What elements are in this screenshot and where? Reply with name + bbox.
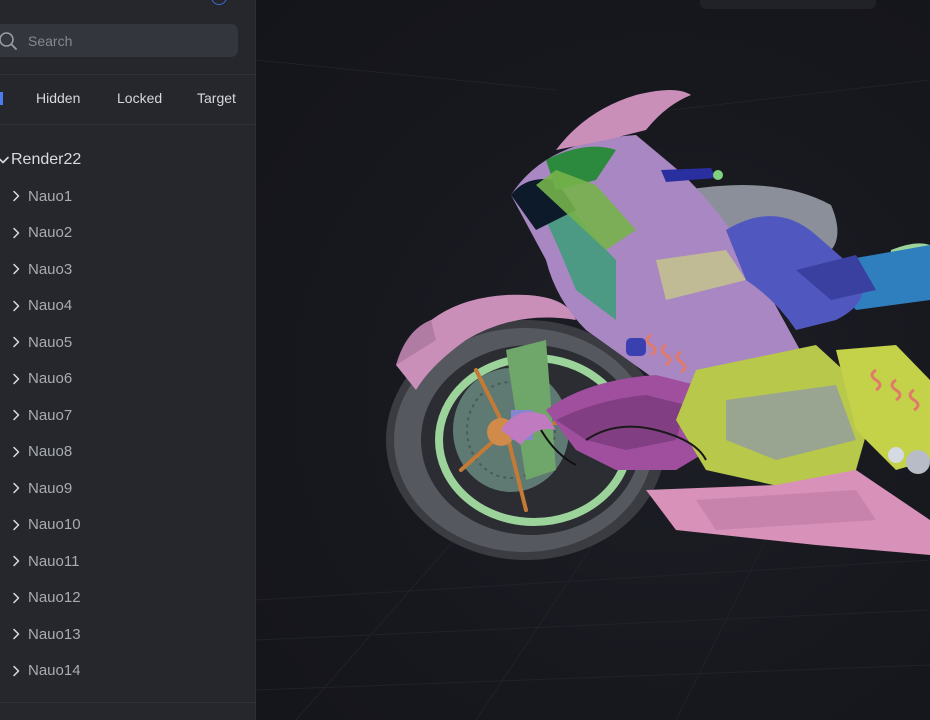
tree-item[interactable]: Nauo10 xyxy=(0,507,256,544)
chevron-right-icon[interactable] xyxy=(10,446,22,458)
tree-item[interactable]: Nauo8 xyxy=(0,434,256,471)
tree-item-label: Nauo4 xyxy=(28,297,73,315)
chevron-right-icon[interactable] xyxy=(10,628,22,640)
tree-item-label: Nauo6 xyxy=(28,370,73,388)
divider xyxy=(0,124,256,125)
tab-all-indicator[interactable] xyxy=(0,92,3,105)
chevron-right-icon[interactable] xyxy=(10,336,22,348)
tree-item-label: Nauo3 xyxy=(28,260,73,278)
tree-item[interactable]: Nauo13 xyxy=(0,616,256,653)
tree-item-label: Nauo13 xyxy=(28,625,81,643)
search-box[interactable] xyxy=(0,24,238,57)
tree-item[interactable]: Nauo14 xyxy=(0,653,256,690)
tree-root-render22[interactable]: Render22 xyxy=(0,148,81,172)
chevron-right-icon[interactable] xyxy=(10,482,22,494)
chevron-down-icon[interactable] xyxy=(0,153,10,167)
tree-item[interactable]: Nauo5 xyxy=(0,324,256,361)
chevron-right-icon[interactable] xyxy=(10,300,22,312)
tree-item[interactable]: Nauo9 xyxy=(0,470,256,507)
divider xyxy=(0,74,256,75)
chevron-right-icon[interactable] xyxy=(10,227,22,239)
search-icon xyxy=(0,32,17,50)
divider xyxy=(0,702,256,703)
tree-item[interactable]: Nauo1 xyxy=(0,178,256,215)
chevron-right-icon[interactable] xyxy=(10,555,22,567)
chevron-right-icon[interactable] xyxy=(10,519,22,531)
chevron-right-icon[interactable] xyxy=(10,190,22,202)
tree-item[interactable]: Nauo11 xyxy=(0,543,256,580)
tree-item[interactable]: Nauo2 xyxy=(0,215,256,252)
chevron-right-icon[interactable] xyxy=(10,409,22,421)
tree-item-label: Nauo11 xyxy=(28,552,80,570)
tree-item-label: Nauo5 xyxy=(28,333,73,351)
tree-item-label: Nauo10 xyxy=(28,516,81,534)
tree-item[interactable]: Nauo4 xyxy=(0,288,256,325)
chevron-right-icon[interactable] xyxy=(10,665,22,677)
chevron-right-icon[interactable] xyxy=(10,263,22,275)
tree-item[interactable]: Nauo3 xyxy=(0,251,256,288)
tab-hidden[interactable]: Hidden xyxy=(36,90,80,110)
tree-item-label: Nauo8 xyxy=(28,443,73,461)
tree-root-label: Render22 xyxy=(11,151,82,168)
tab-target[interactable]: Target xyxy=(197,90,236,110)
scene-tree-panel: Hidden Locked Target Render22 Nauo1 Nauo2… xyxy=(0,0,256,720)
3d-viewport[interactable] xyxy=(256,0,930,720)
motorcycle-model[interactable] xyxy=(256,0,930,720)
tree-item-label: Nauo12 xyxy=(28,589,81,607)
tree-item-label: Nauo9 xyxy=(28,479,73,497)
tree-item-label: Nauo2 xyxy=(28,224,73,242)
tree-item[interactable]: Nauo7 xyxy=(0,397,256,434)
search-input[interactable] xyxy=(28,24,228,57)
info-icon[interactable] xyxy=(211,0,227,5)
tree-list: Nauo1 Nauo2 Nauo3 Nauo4 Nauo5 Nauo6 Nauo7 Nauo8… xyxy=(0,178,256,689)
tree-item-label: Nauo14 xyxy=(28,662,81,680)
tree-item[interactable]: Nauo12 xyxy=(0,580,256,617)
tab-locked[interactable]: Locked xyxy=(117,90,162,110)
tree-item-label: Nauo7 xyxy=(28,406,73,424)
tree-item[interactable]: Nauo6 xyxy=(0,361,256,398)
chevron-right-icon[interactable] xyxy=(10,373,22,385)
app-window: Hidden Locked Target Render22 Nauo1 Nauo2… xyxy=(0,0,930,720)
tree-item-label: Nauo1 xyxy=(28,187,73,205)
chevron-right-icon[interactable] xyxy=(10,592,22,604)
